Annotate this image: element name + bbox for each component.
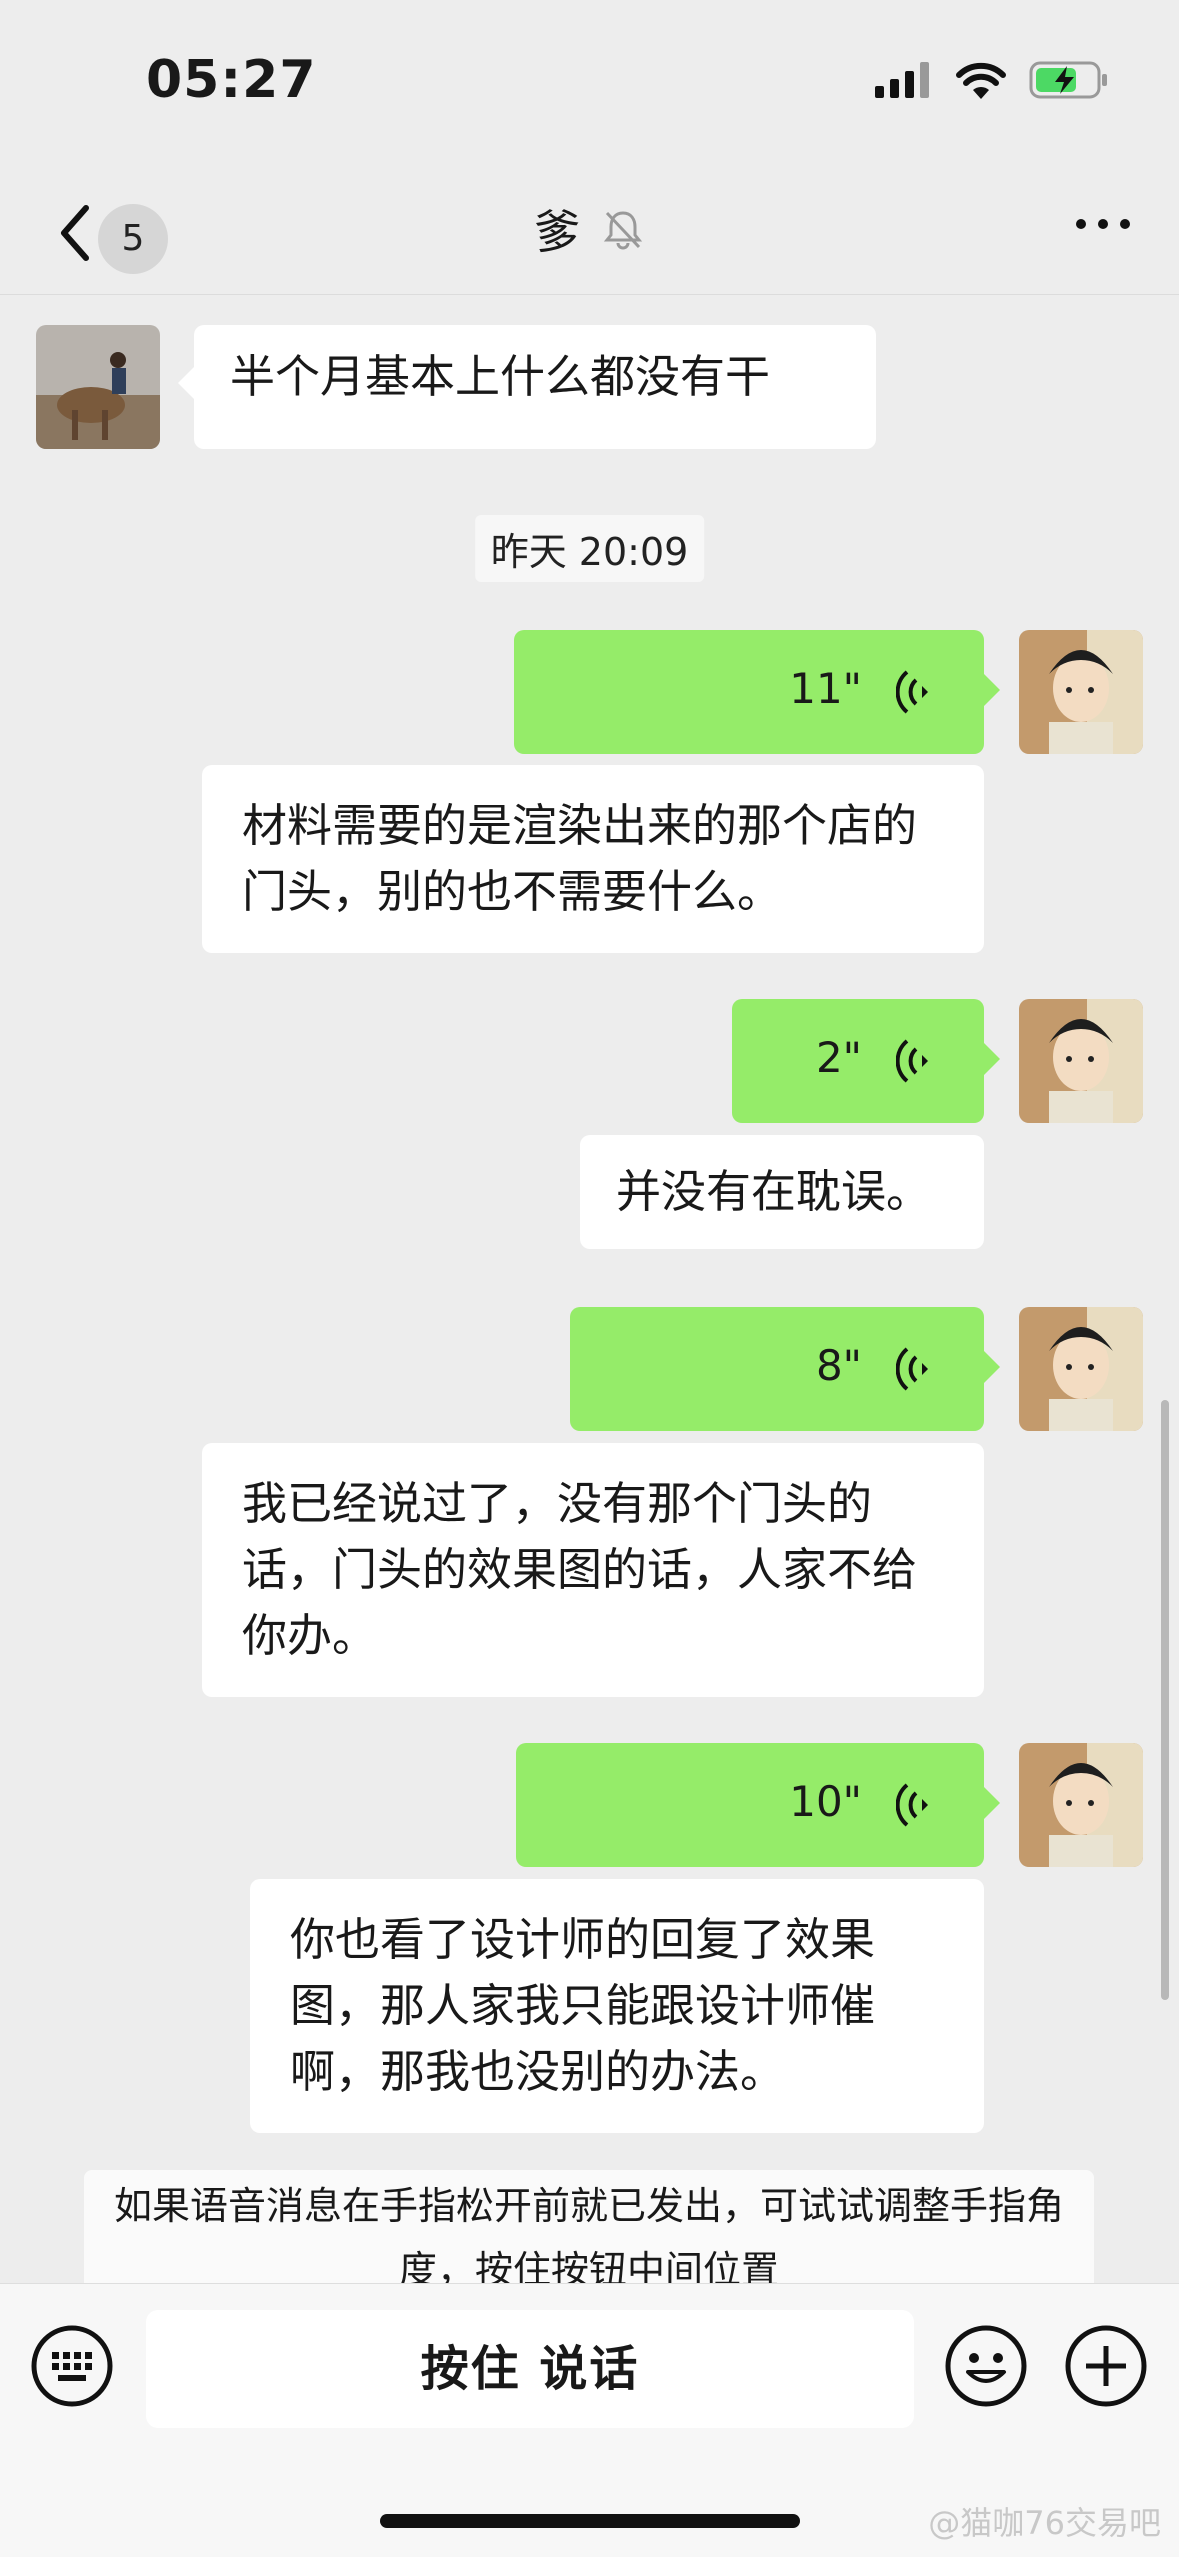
- voice-transcript[interactable]: 你也看了设计师的回复了效果图，那人家我只能跟设计师催啊，那我也没别的办法。: [250, 1879, 984, 2133]
- watermark: @猫咖76交易吧: [928, 2504, 1161, 2542]
- message-text: 半个月基本上什么都没有干: [230, 350, 771, 403]
- wifi-icon: [956, 62, 1006, 99]
- voice-message[interactable]: 11": [514, 630, 1000, 754]
- voice-wave-icon: [896, 670, 928, 714]
- my-avatar[interactable]: [1019, 630, 1143, 754]
- my-avatar[interactable]: [1019, 1307, 1143, 1431]
- hold-to-talk-button[interactable]: 按住 说话: [146, 2310, 914, 2428]
- voice-duration: 8": [815, 1341, 862, 1390]
- mute-bell-icon: [603, 211, 642, 250]
- status-bar: 05:27: [0, 0, 1179, 170]
- voice-duration: 2": [815, 1033, 862, 1082]
- voice-message[interactable]: 8": [570, 1307, 1000, 1431]
- battery-charging-icon: [1029, 61, 1107, 99]
- keyboard-icon[interactable]: [30, 2324, 114, 2408]
- plus-icon[interactable]: [1064, 2324, 1148, 2408]
- more-icon[interactable]: [1073, 214, 1133, 234]
- voice-wave-icon: [896, 1783, 928, 1827]
- timestamp: 昨天 20:09: [474, 515, 705, 582]
- chat-area[interactable]: 半个月基本上什么都没有干 昨天 20:09 11" 材料需要的是渲染出来的那个店…: [0, 295, 1179, 2283]
- voice-transcript[interactable]: 并没有在耽误。: [580, 1135, 984, 1249]
- input-bar: 按住 说话 @猫咖76交易吧: [0, 2283, 1179, 2557]
- transcript-text: 并没有在耽误。: [616, 1165, 932, 1218]
- voice-message[interactable]: 2": [732, 999, 1000, 1123]
- voice-duration: 11": [789, 664, 862, 713]
- voice-transcript[interactable]: 材料需要的是渲染出来的那个店的门头，别的也不需要什么。: [202, 765, 984, 953]
- voice-duration: 10": [789, 1777, 862, 1826]
- home-indicator[interactable]: [380, 2514, 800, 2528]
- voice-transcript[interactable]: 我已经说过了，没有那个门头的话，门头的效果图的话，人家不给你办。: [202, 1443, 984, 1697]
- chat-header: 5 爹: [0, 170, 1179, 295]
- contact-name: 爹: [534, 205, 581, 259]
- my-avatar[interactable]: [1019, 1743, 1143, 1867]
- status-icons: [875, 60, 1109, 100]
- voice-wave-icon: [896, 1039, 928, 1083]
- emoji-icon[interactable]: [944, 2324, 1028, 2408]
- signal-icon: [875, 62, 929, 98]
- transcript-text: 我已经说过了，没有那个门头的话，门头的效果图的话，人家不给你办。: [242, 1477, 918, 1662]
- my-avatar[interactable]: [1019, 999, 1143, 1123]
- transcript-text: 材料需要的是渲染出来的那个店的门头，别的也不需要什么。: [242, 799, 918, 918]
- chat-title: 爹: [0, 196, 1179, 262]
- incoming-message[interactable]: 半个月基本上什么都没有干: [178, 325, 876, 449]
- voice-wave-icon: [896, 1347, 928, 1391]
- contact-avatar[interactable]: [36, 325, 160, 449]
- voice-message[interactable]: 10": [516, 1743, 1000, 1867]
- scrollbar[interactable]: [1161, 1400, 1169, 2000]
- transcript-text: 你也看了设计师的回复了效果图，那人家我只能跟设计师催啊，那我也没别的办法。: [290, 1913, 876, 2098]
- status-time: 05:27: [146, 50, 317, 110]
